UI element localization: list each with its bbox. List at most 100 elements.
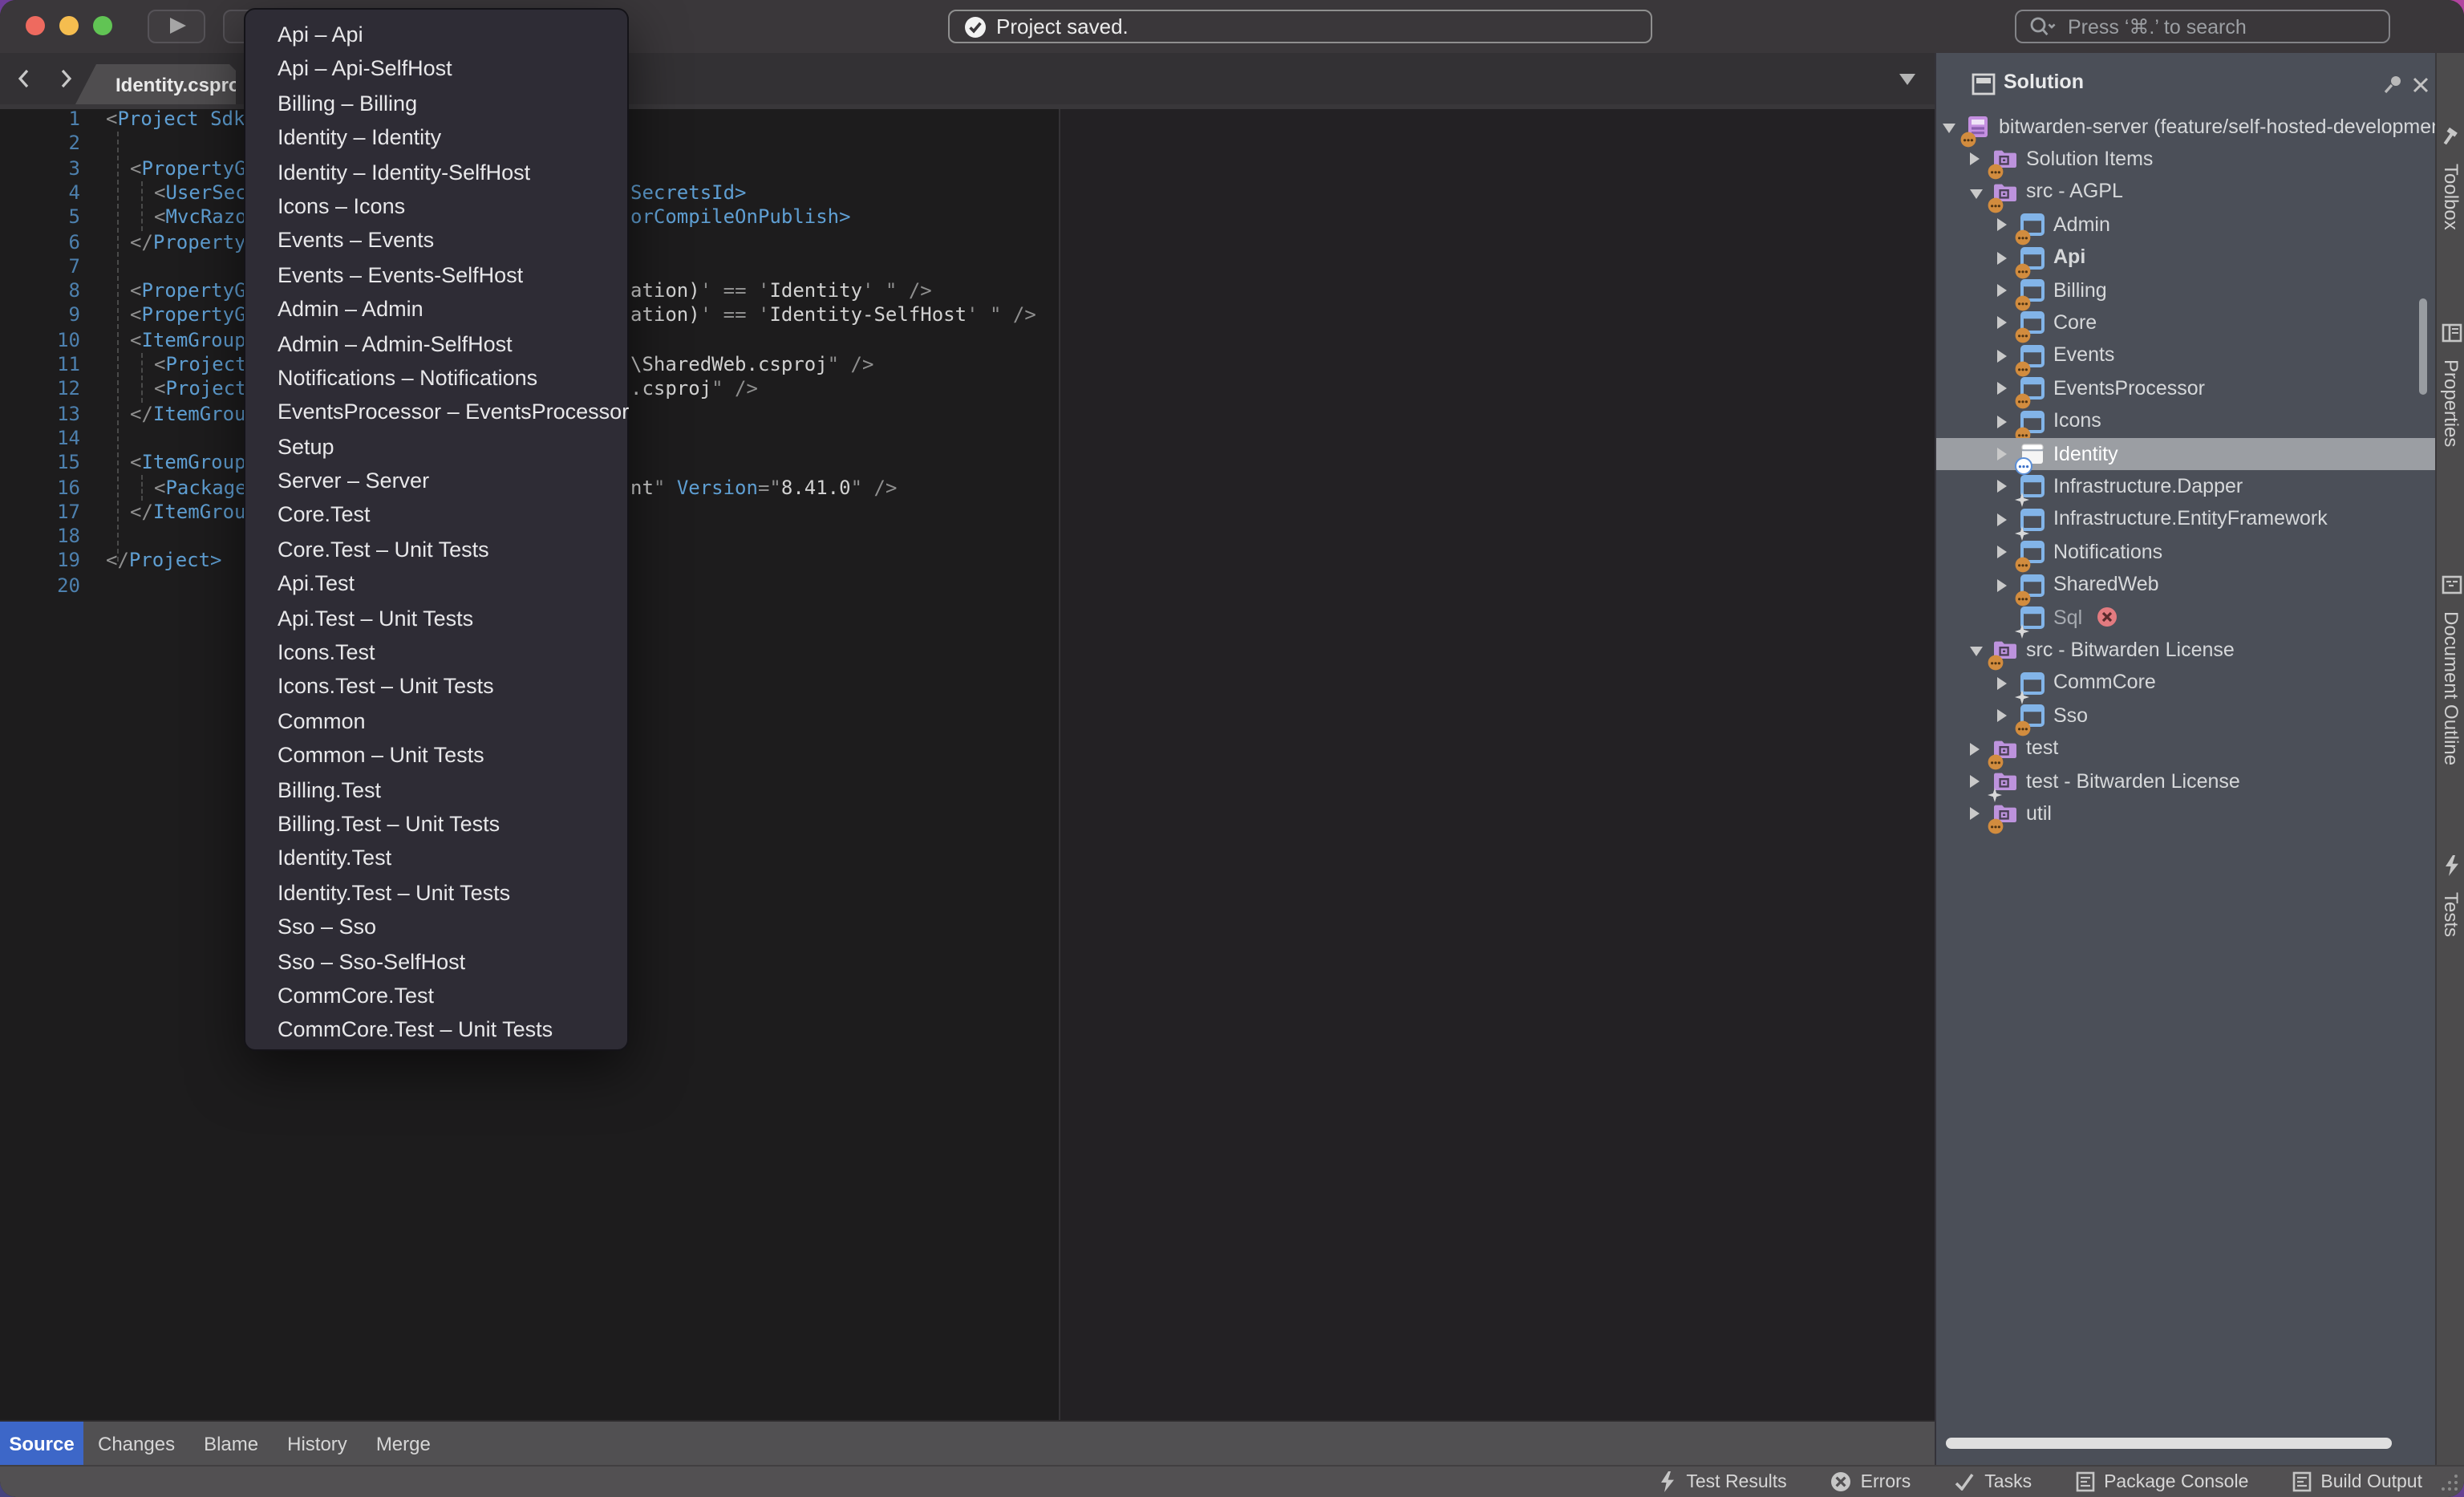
tree-item-commcore[interactable]: CommCore: [1936, 667, 2435, 700]
tree-item-notifications[interactable]: Notifications: [1936, 536, 2435, 569]
tree-item-infrastructure-dapper[interactable]: Infrastructure.Dapper: [1936, 471, 2435, 504]
expand-arrow-icon[interactable]: [1997, 251, 2007, 264]
config-menu-item-core-test-unit-tests[interactable]: Core.Test – Unit Tests: [245, 533, 627, 567]
config-menu-item-sso-sso[interactable]: Sso – Sso: [245, 910, 627, 944]
config-menu-item-identity-test[interactable]: Identity.Test: [245, 842, 627, 876]
expand-arrow-icon[interactable]: [1997, 350, 2007, 363]
expand-arrow-icon[interactable]: [1997, 709, 2007, 722]
expand-arrow-icon[interactable]: [1997, 317, 2007, 330]
config-menu-item-admin-admin[interactable]: Admin – Admin: [245, 292, 627, 327]
config-menu-item-admin-admin-selfhost[interactable]: Admin – Admin-SelfHost: [245, 327, 627, 361]
status-item-build-output[interactable]: Build Output: [2292, 1471, 2422, 1492]
expand-arrow-icon[interactable]: [1970, 808, 1980, 821]
tab-source[interactable]: Source: [0, 1422, 83, 1465]
tab-history[interactable]: History: [273, 1422, 362, 1465]
search-input[interactable]: [2065, 14, 2344, 39]
config-menu-item-identity-identity-selfhost[interactable]: Identity – Identity-SelfHost: [245, 155, 627, 189]
expand-arrow-icon[interactable]: [1997, 382, 2007, 395]
collapse-arrow-icon[interactable]: [1943, 124, 1955, 133]
tree-item-solution-items[interactable]: Solution Items: [1936, 144, 2435, 176]
expand-arrow-icon[interactable]: [1997, 546, 2007, 558]
config-menu-item-events-events-selfhost[interactable]: Events – Events-SelfHost: [245, 258, 627, 292]
status-item-package-console[interactable]: Package Console: [2075, 1471, 2248, 1492]
minimize-window-button[interactable]: [59, 16, 79, 35]
expand-arrow-icon[interactable]: [1997, 415, 2007, 428]
panel-vertical-scrollbar[interactable]: [2419, 298, 2427, 395]
config-menu-item-api-api-selfhost[interactable]: Api – Api-SelfHost: [245, 52, 627, 87]
tree-item-identity[interactable]: Identity: [1936, 438, 2435, 471]
tree-item-sql[interactable]: Sql: [1936, 602, 2435, 635]
close-window-button[interactable]: [26, 16, 45, 35]
tab-merge[interactable]: Merge: [362, 1422, 445, 1465]
config-menu-item-core-test[interactable]: Core.Test: [245, 498, 627, 533]
config-menu-item-icons-test-unit-tests[interactable]: Icons.Test – Unit Tests: [245, 670, 627, 704]
tab-list-dropdown-icon[interactable]: [1899, 74, 1915, 85]
close-panel-icon[interactable]: [2411, 75, 2430, 95]
tab-blame[interactable]: Blame: [189, 1422, 273, 1465]
expand-arrow-icon[interactable]: [1997, 578, 2007, 591]
tree-item-src-bitwarden-license[interactable]: src - Bitwarden License: [1936, 635, 2435, 667]
navigate-back-button[interactable]: [13, 67, 35, 90]
config-menu-item-common[interactable]: Common: [245, 704, 627, 739]
tree-item-events[interactable]: Events: [1936, 340, 2435, 373]
config-menu-item-billing-test[interactable]: Billing.Test: [245, 773, 627, 807]
tree-item-bitwarden-server-feature-self-hosted-development[interactable]: bitwarden-server (feature/self-hosted-de…: [1936, 111, 2435, 144]
tree-item-icons[interactable]: Icons: [1936, 405, 2435, 438]
config-menu-item-sso-sso-selfhost[interactable]: Sso – Sso-SelfHost: [245, 944, 627, 979]
tree-item-core[interactable]: Core: [1936, 307, 2435, 340]
dock-tab-document-outline[interactable]: Document Outline: [2437, 574, 2464, 765]
collapse-arrow-icon[interactable]: [1970, 647, 1983, 657]
panel-horizontal-scrollbar[interactable]: [1946, 1438, 2392, 1449]
config-menu-item-setup[interactable]: Setup: [245, 429, 627, 464]
config-menu-item-icons-icons[interactable]: Icons – Icons: [245, 189, 627, 224]
expand-arrow-icon[interactable]: [1997, 481, 2007, 493]
tree-item-admin[interactable]: Admin: [1936, 209, 2435, 241]
tree-item-infrastructure-entityframework[interactable]: Infrastructure.EntityFramework: [1936, 504, 2435, 537]
status-item-test-results[interactable]: Test Results: [1659, 1471, 1786, 1492]
expand-arrow-icon[interactable]: [1997, 513, 2007, 526]
status-item-errors[interactable]: Errors: [1830, 1471, 1911, 1492]
config-menu-item-commcore-test[interactable]: CommCore.Test: [245, 979, 627, 1013]
tab-identity-csproj[interactable]: Identity.csproj: [75, 64, 236, 104]
expand-arrow-icon[interactable]: [1997, 284, 2007, 297]
tree-item-util[interactable]: util: [1936, 798, 2435, 831]
config-menu-item-api-test-unit-tests[interactable]: Api.Test – Unit Tests: [245, 601, 627, 635]
config-menu-item-icons-test[interactable]: Icons.Test: [245, 635, 627, 670]
expand-arrow-icon[interactable]: [1970, 775, 1980, 788]
dock-tab-properties[interactable]: Properties: [2437, 323, 2464, 447]
expand-arrow-icon[interactable]: [1970, 742, 1980, 755]
tree-item-test[interactable]: test: [1936, 732, 2435, 765]
dock-tab-toolbox[interactable]: Toolbox: [2437, 127, 2464, 230]
expand-arrow-icon[interactable]: [1997, 218, 2007, 231]
config-menu-item-common-unit-tests[interactable]: Common – Unit Tests: [245, 738, 627, 773]
config-menu-item-commcore-test-unit-tests[interactable]: CommCore.Test – Unit Tests: [245, 1013, 627, 1048]
tree-item-sso[interactable]: Sso: [1936, 700, 2435, 732]
config-menu-item-notifications-notifications[interactable]: Notifications – Notifications: [245, 361, 627, 396]
tree-item-sharedweb[interactable]: SharedWeb: [1936, 569, 2435, 602]
config-menu-item-server-server[interactable]: Server – Server: [245, 464, 627, 498]
config-menu-item-api-test[interactable]: Api.Test: [245, 567, 627, 602]
config-menu-item-billing-test-unit-tests[interactable]: Billing.Test – Unit Tests: [245, 807, 627, 842]
expand-arrow-icon[interactable]: [1997, 448, 2007, 460]
run-button[interactable]: [148, 10, 205, 43]
tree-item-api[interactable]: Api: [1936, 241, 2435, 274]
collapse-arrow-icon[interactable]: [1970, 189, 1983, 199]
tree-item-billing[interactable]: Billing: [1936, 274, 2435, 307]
global-search-field[interactable]: [2015, 10, 2390, 43]
expand-arrow-icon[interactable]: [1970, 153, 1980, 166]
pin-panel-icon[interactable]: [2382, 74, 2403, 95]
resize-grip-icon[interactable]: [2440, 1473, 2459, 1492]
config-menu-item-identity-test-unit-tests[interactable]: Identity.Test – Unit Tests: [245, 876, 627, 911]
config-menu-item-billing-billing[interactable]: Billing – Billing: [245, 87, 627, 121]
tree-item-eventsprocessor[interactable]: EventsProcessor: [1936, 372, 2435, 405]
zoom-window-button[interactable]: [93, 16, 112, 35]
tree-item-src-agpl[interactable]: src - AGPL: [1936, 176, 2435, 209]
config-menu-item-eventsprocessor-eventsprocessor[interactable]: EventsProcessor – EventsProcessor: [245, 396, 627, 430]
config-menu-item-api-api[interactable]: Api – Api: [245, 18, 627, 52]
expand-arrow-icon[interactable]: [1997, 677, 2007, 690]
config-menu-item-events-events[interactable]: Events – Events: [245, 224, 627, 258]
tree-item-test-bitwarden-license[interactable]: test - Bitwarden License: [1936, 765, 2435, 798]
navigate-forward-button[interactable]: [55, 67, 77, 90]
tab-changes[interactable]: Changes: [83, 1422, 189, 1465]
dock-tab-tests[interactable]: Tests: [2437, 855, 2464, 937]
